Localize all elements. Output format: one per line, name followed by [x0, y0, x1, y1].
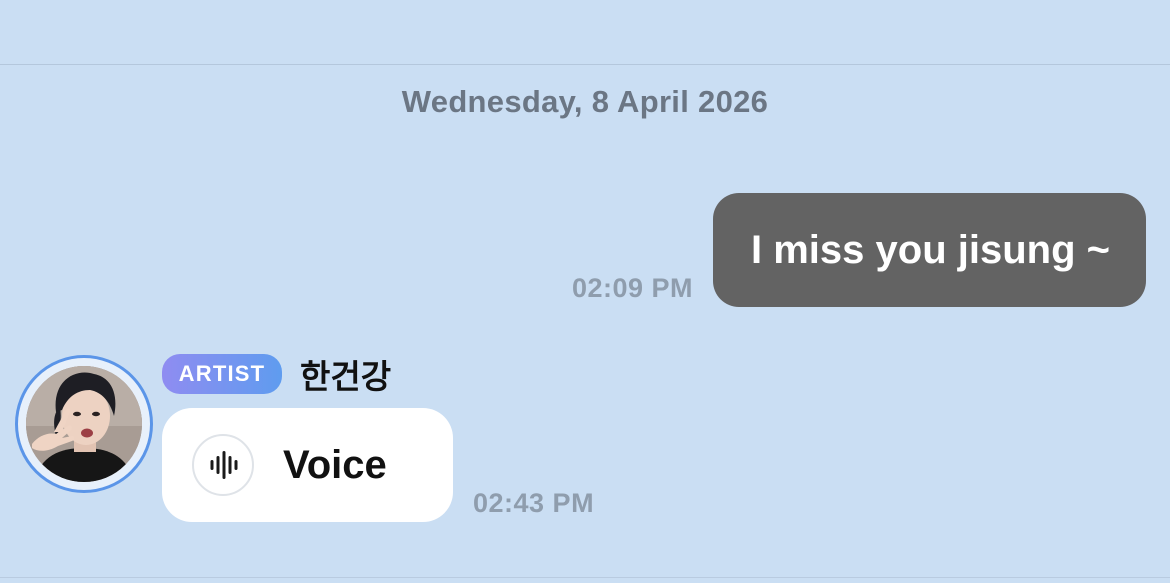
sender-info: ARTIST 한건강	[162, 352, 391, 396]
incoming-message-row: Voice 02:43 PM	[162, 408, 594, 522]
outgoing-message-row: 02:09 PM I miss you jisung ~	[572, 193, 1146, 307]
avatar-photo	[26, 366, 142, 482]
sender-name: 한건강	[300, 357, 392, 396]
date-separator: Wednesday, 8 April 2026	[401, 84, 769, 119]
artist-badge: ARTIST	[162, 354, 282, 394]
waveform-icon	[192, 434, 254, 496]
outgoing-message-bubble[interactable]: I miss you jisung ~	[713, 193, 1146, 307]
bottom-divider	[0, 577, 1170, 578]
message-timestamp: 02:09 PM	[571, 273, 694, 303]
message-timestamp: 02:43 PM	[473, 488, 595, 518]
top-divider	[0, 64, 1170, 65]
artist-avatar[interactable]	[15, 355, 153, 493]
message-text: I miss you jisung ~	[751, 227, 1110, 272]
voice-label: Voice	[283, 442, 387, 487]
voice-message-bubble[interactable]: Voice	[162, 408, 453, 522]
